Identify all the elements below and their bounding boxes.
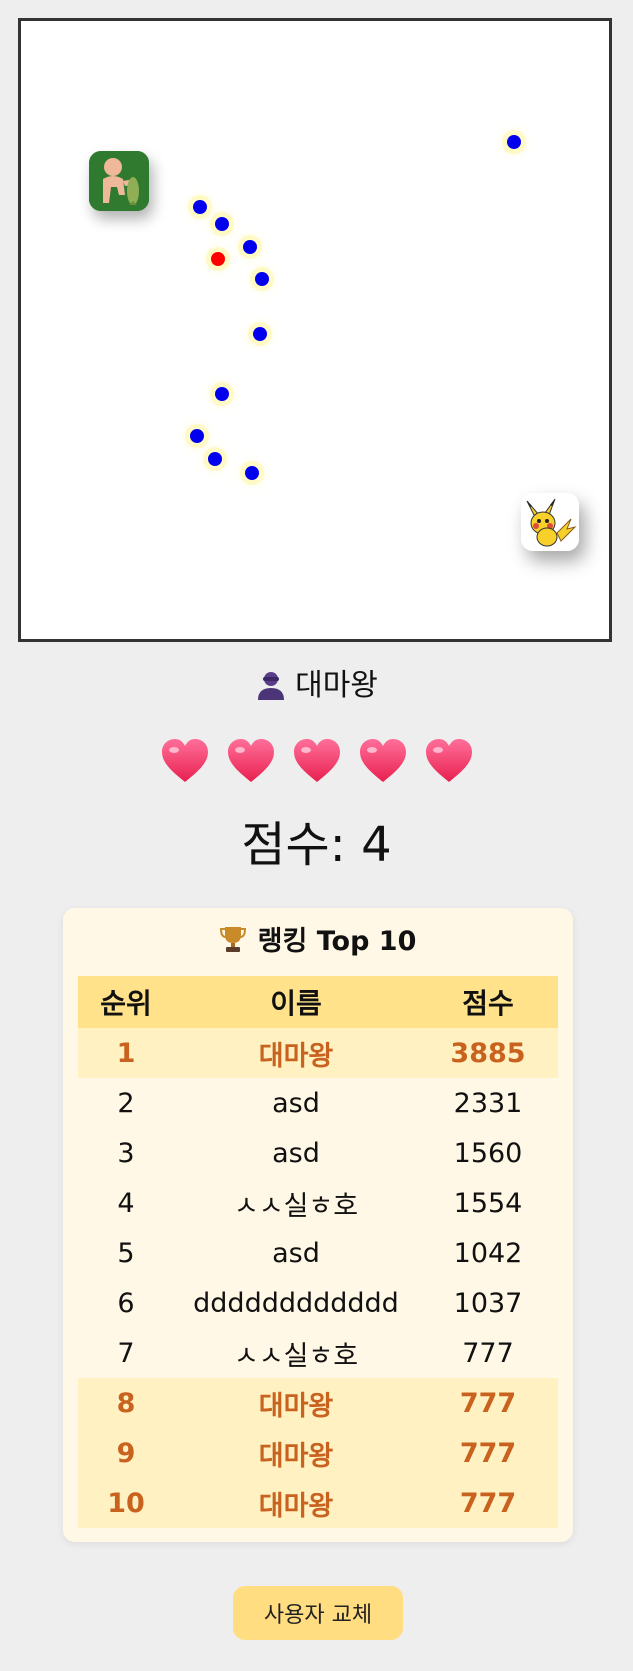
ranking-row: 7 ㅅㅅ실ㅎ호 777	[78, 1328, 558, 1378]
ranking-title: 랭킹 Top 10	[78, 908, 558, 976]
trophy-icon	[219, 927, 246, 952]
user-name: 대마왕	[295, 668, 378, 703]
score-cell: 1554	[453, 1187, 523, 1219]
red-dot	[211, 252, 225, 266]
heart-icon	[359, 739, 406, 782]
ranking-panel: 랭킹 Top 10 순위 이름 점수 1 대마왕 3885 2 asd 2331…	[63, 908, 573, 1542]
blue-dot	[255, 272, 269, 286]
ranking-row: 6 dddddddddddd 1037	[78, 1278, 558, 1328]
name-cell: asd	[272, 1237, 320, 1269]
name-cell: dddddddddddd	[193, 1287, 399, 1319]
score-header: 점수	[462, 987, 514, 1020]
ranking-row: 2 asd 2331	[78, 1078, 558, 1128]
rank-cell: 10	[107, 1487, 145, 1519]
blue-dot	[243, 240, 257, 254]
ranking-title-text: 랭킹 Top 10	[257, 926, 417, 957]
ranking-table: 순위 이름 점수 1 대마왕 3885 2 asd 2331 3 asd 156…	[78, 976, 558, 1528]
ranking-header-row: 순위 이름 점수	[78, 976, 558, 1028]
blue-dot	[507, 135, 521, 149]
blue-dot	[190, 429, 204, 443]
blue-dot	[208, 452, 222, 466]
score-value: 4	[361, 817, 392, 873]
score-cell: 3885	[450, 1037, 526, 1069]
blue-dot	[215, 217, 229, 231]
rank-cell: 4	[117, 1187, 135, 1219]
ranking-row: 10 대마왕 777	[78, 1478, 558, 1528]
score-cell: 1037	[453, 1287, 523, 1319]
heart-icon	[425, 739, 472, 782]
blue-dot	[245, 466, 259, 480]
name-cell: 대마왕	[258, 1040, 334, 1072]
score-cell: 1042	[453, 1237, 523, 1269]
rank-cell: 3	[117, 1137, 135, 1169]
score-cell: 777	[459, 1387, 517, 1419]
heart-icon	[293, 739, 340, 782]
ranking-row: 5 asd 1042	[78, 1228, 558, 1278]
rank-cell: 5	[117, 1237, 135, 1269]
game-board[interactable]	[18, 18, 612, 642]
blue-dot	[193, 200, 207, 214]
score-cell: 777	[459, 1437, 517, 1469]
name-cell: 대마왕	[258, 1390, 334, 1422]
pikachu-icon	[521, 493, 579, 551]
rank-cell: 1	[116, 1037, 136, 1069]
score-label: 점수:	[241, 817, 346, 873]
name-cell: ㅅㅅ실ㅎ호	[233, 1340, 359, 1372]
rank-header: 순위	[100, 987, 152, 1020]
name-cell: 대마왕	[258, 1440, 334, 1472]
rank-cell: 2	[117, 1087, 135, 1119]
rank-cell: 9	[116, 1437, 136, 1469]
muscle-man-with-fish-icon	[89, 151, 149, 211]
blue-dot	[253, 327, 267, 341]
current-user: 대마왕	[0, 664, 633, 708]
score-cell: 1560	[453, 1137, 523, 1169]
rank-cell: 7	[117, 1337, 135, 1369]
lives-display	[0, 738, 633, 784]
score-cell: 2331	[453, 1087, 523, 1119]
rank-cell: 6	[117, 1287, 135, 1319]
ranking-row: 4 ㅅㅅ실ㅎ호 1554	[78, 1178, 558, 1228]
ranking-row: 3 asd 1560	[78, 1128, 558, 1178]
name-cell: asd	[272, 1087, 320, 1119]
blue-dot	[215, 387, 229, 401]
score-display: 점수: 4	[0, 812, 633, 878]
switch-user-button[interactable]: 사용자 교체	[233, 1586, 403, 1640]
name-cell: 대마왕	[258, 1490, 334, 1522]
ranking-row: 1 대마왕 3885	[78, 1028, 558, 1078]
rank-cell: 8	[116, 1387, 136, 1419]
name-cell: asd	[272, 1137, 320, 1169]
score-cell: 777	[459, 1487, 517, 1519]
ranking-row: 8 대마왕 777	[78, 1378, 558, 1428]
heart-icon	[227, 739, 274, 782]
heart-icon	[161, 739, 208, 782]
name-cell: ㅅㅅ실ㅎ호	[233, 1190, 359, 1222]
ranking-row: 9 대마왕 777	[78, 1428, 558, 1478]
user-silhouette-icon	[258, 672, 285, 700]
name-header: 이름	[270, 987, 322, 1020]
score-cell: 777	[462, 1337, 514, 1369]
